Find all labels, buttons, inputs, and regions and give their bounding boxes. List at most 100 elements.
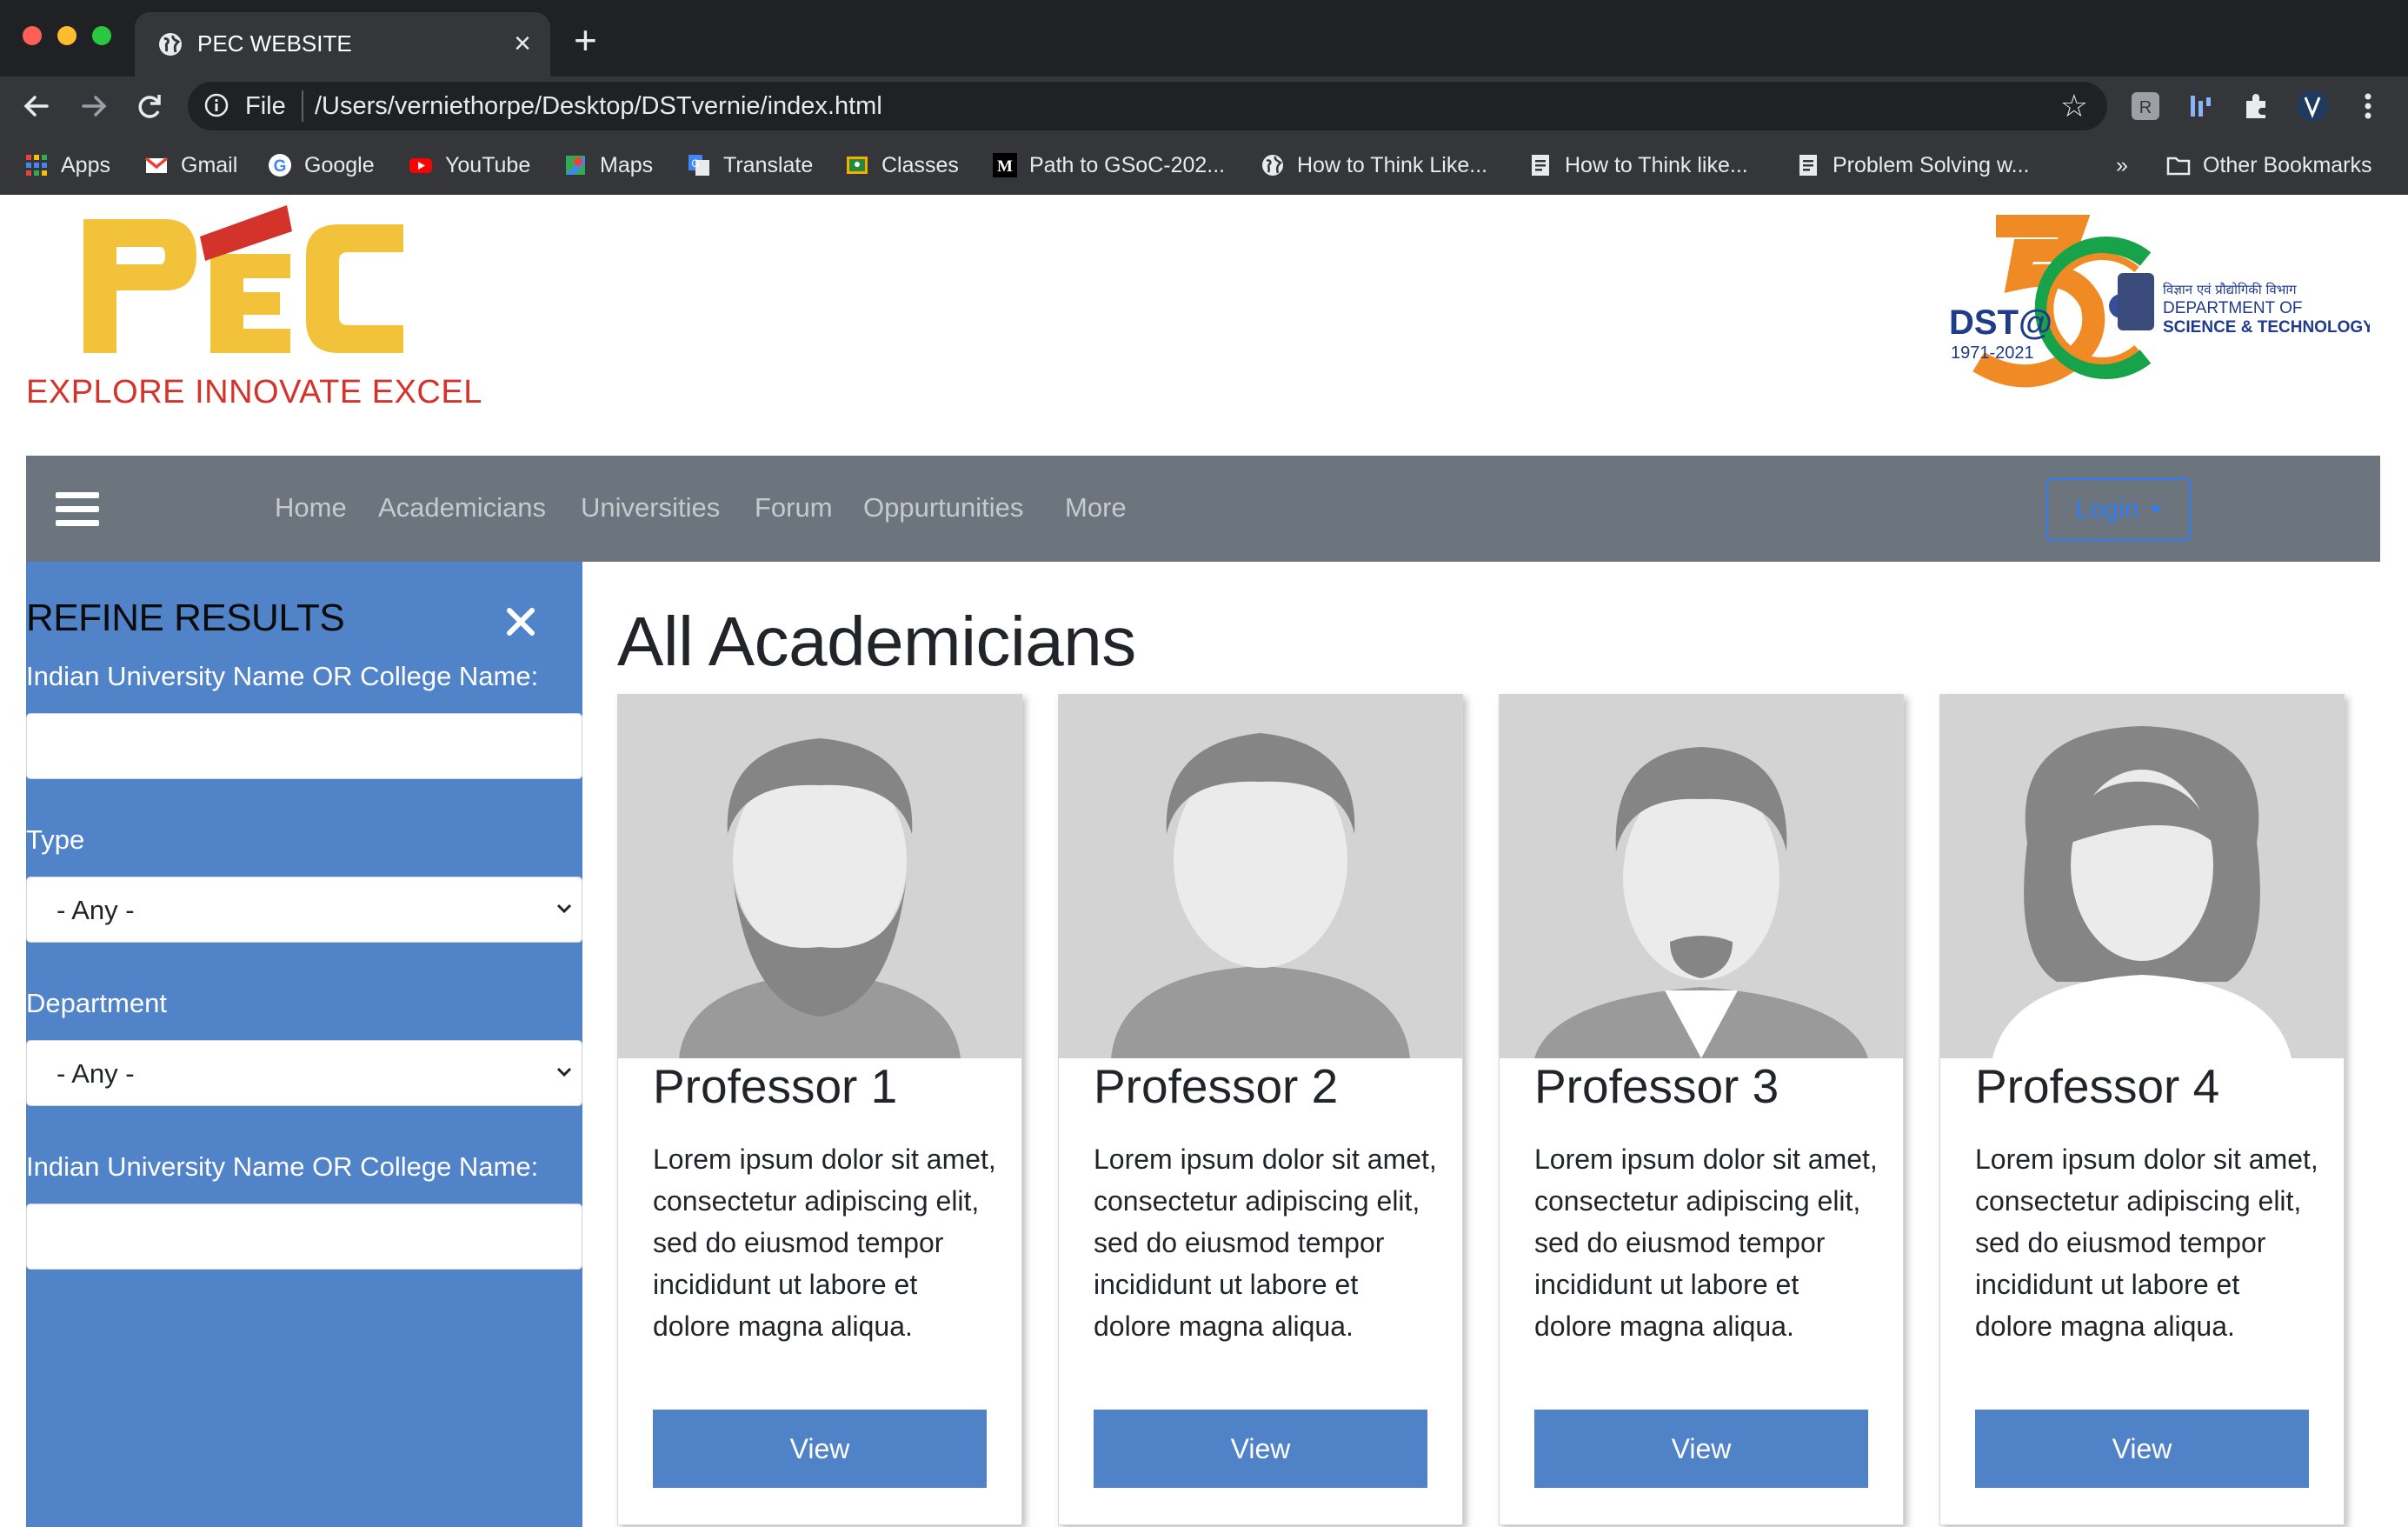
bookmark-problem-solving[interactable]: Problem Solving w... — [1796, 150, 2030, 181]
bookmark-label: Path to GSoC-202... — [1029, 152, 1226, 177]
svg-text:G: G — [274, 157, 287, 176]
academician-card: Professor 4 Lorem ipsum dolor sit amet, … — [1939, 694, 2345, 1525]
bookmark-star-icon[interactable]: ☆ — [2060, 89, 2088, 123]
extensions-puzzle-icon[interactable] — [2239, 89, 2274, 123]
bookmark-label: Translate — [723, 152, 814, 177]
pec-tagline: EXPLORE INNOVATE EXCEL — [26, 374, 482, 410]
google-icon: G — [269, 154, 291, 177]
browser-tabstrip: PEC WEBSITE × + — [0, 0, 2408, 77]
close-tab-icon[interactable]: × — [514, 24, 531, 63]
main-navbar: Home Academicians Universities Forum Opp… — [26, 456, 2380, 562]
nav-link-opportunities[interactable]: Oppurtunities — [863, 492, 1023, 523]
bookmark-label: Classes — [881, 152, 959, 177]
professor-avatar-placeholder — [1059, 695, 1462, 1058]
university-name-label-2: Indian University Name OR College Name: — [26, 1151, 539, 1182]
bookmark-google[interactable]: G Google — [268, 150, 375, 181]
professor-description: Lorem ipsum dolor sit amet, consectetur … — [1975, 1144, 2318, 1342]
view-button[interactable]: View — [1094, 1410, 1427, 1488]
other-bookmarks-folder[interactable]: Other Bookmarks — [2166, 150, 2372, 181]
forward-arrow-icon[interactable] — [73, 85, 115, 127]
browser-toolbar: File /Users/verniethorpe/Desktop/DSTvern… — [0, 77, 2408, 136]
bookmark-translate[interactable]: G Translate — [687, 150, 813, 181]
pec-logo[interactable] — [78, 205, 426, 362]
nav-link-forum[interactable]: Forum — [755, 492, 833, 523]
back-arrow-icon[interactable] — [16, 85, 57, 127]
browser-menu-icon[interactable] — [2351, 89, 2385, 123]
professor-description: Lorem ipsum dolor sit amet, consectetur … — [1534, 1144, 1878, 1342]
department-select-value: - Any - — [57, 1058, 135, 1089]
bookmarks-overflow-button[interactable]: » — [2116, 150, 2128, 181]
nav-link-universities[interactable]: Universities — [581, 492, 720, 523]
svg-text:M: M — [997, 157, 1013, 176]
refine-results-sidebar: REFINE RESULTS Indian University Name OR… — [26, 562, 582, 1527]
omnibox-divider — [302, 90, 303, 122]
department-select[interactable]: - Any - — [26, 1040, 582, 1106]
bookmark-maps[interactable]: Maps — [563, 150, 653, 181]
bookmark-label: Apps — [61, 152, 110, 177]
close-icon[interactable] — [502, 603, 539, 640]
bookmark-how-to-think-2[interactable]: How to Think like... — [1528, 150, 1748, 181]
globe-icon — [159, 33, 182, 56]
nav-link-more[interactable]: More — [1065, 492, 1127, 523]
type-select[interactable]: - Any - — [26, 877, 582, 943]
professor-name: Professor 3 — [1534, 1059, 1779, 1113]
svg-text:R: R — [2139, 98, 2152, 117]
sidebar-title: REFINE RESULTS — [26, 597, 345, 639]
globe-icon — [1262, 155, 1283, 176]
login-dropdown-button[interactable]: Login — [2046, 478, 2191, 541]
document-icon — [1799, 155, 1817, 176]
new-tab-button[interactable]: + — [574, 20, 597, 60]
classroom-icon — [847, 157, 868, 174]
url-text[interactable]: /Users/verniethorpe/Desktop/DSTvernie/in… — [315, 92, 882, 121]
minimize-window-button[interactable] — [57, 26, 76, 45]
professor-avatar-placeholder — [1940, 695, 2344, 1058]
page-title: All Academicians — [617, 603, 1136, 680]
browser-tab-active[interactable]: PEC WEBSITE × — [135, 12, 550, 77]
web-page: EXPLORE INNOVATE EXCEL DST@ 1971-2021 वि… — [0, 195, 2408, 1527]
view-button[interactable]: View — [1534, 1410, 1868, 1488]
maps-icon — [566, 156, 585, 175]
view-button[interactable]: View — [653, 1410, 987, 1488]
university-name-label: Indian University Name OR College Name: — [26, 661, 539, 691]
youtube-icon — [409, 158, 432, 173]
bookmark-apps[interactable]: Apps — [24, 150, 110, 181]
svg-text:SCIENCE & TECHNOLOGY: SCIENCE & TECHNOLOGY — [2163, 318, 2370, 337]
bookmark-label: YouTube — [445, 152, 531, 177]
url-scheme-label: File — [245, 92, 286, 120]
bookmark-path-to-gsoc[interactable]: M Path to GSoC-202... — [993, 150, 1225, 181]
view-button[interactable]: View — [1975, 1410, 2309, 1488]
nav-link-home[interactable]: Home — [275, 492, 347, 523]
bookmark-gmail[interactable]: Gmail — [144, 150, 237, 181]
extension-bars-icon[interactable] — [2184, 89, 2218, 123]
reload-icon[interactable] — [129, 85, 170, 127]
extension-r-icon[interactable]: R — [2128, 89, 2163, 123]
address-bar[interactable]: File /Users/verniethorpe/Desktop/DSTvern… — [188, 82, 2107, 130]
hamburger-menu-icon[interactable] — [56, 492, 99, 527]
bookmark-how-to-think-1[interactable]: How to Think Like... — [1261, 150, 1487, 181]
type-select-value: - Any - — [57, 895, 135, 925]
zoom-window-button[interactable] — [92, 26, 111, 45]
bookmark-classes[interactable]: Classes — [845, 150, 959, 181]
university-name-input[interactable] — [26, 713, 582, 779]
dst-50-years-logo[interactable]: DST@ 1971-2021 विज्ञान एवं प्रौद्योगिकी … — [1944, 209, 2370, 391]
svg-text:विज्ञान एवं प्रौद्योगिकी विभाग: विज्ञान एवं प्रौद्योगिकी विभाग — [2163, 282, 2297, 297]
professor-description: Lorem ipsum dolor sit amet, consectetur … — [1094, 1144, 1437, 1342]
bookmark-label: Gmail — [181, 152, 238, 177]
login-label: Login — [2075, 495, 2139, 523]
medium-icon: M — [993, 153, 1017, 177]
professor-avatar-placeholder — [618, 695, 1021, 1058]
bookmark-youtube[interactable]: YouTube — [409, 150, 530, 181]
tab-title: PEC WEBSITE — [197, 30, 352, 57]
profile-avatar-icon[interactable] — [2295, 89, 2330, 123]
caret-down-icon — [2149, 506, 2162, 513]
folder-icon — [2166, 157, 2191, 176]
svg-text:DEPARTMENT OF: DEPARTMENT OF — [2163, 299, 2302, 317]
nav-link-academicians[interactable]: Academicians — [378, 492, 546, 523]
university-name-input-2[interactable] — [26, 1204, 582, 1270]
professor-name: Professor 1 — [653, 1059, 898, 1113]
overflow-chevron-icon: » — [2116, 152, 2128, 177]
academician-card: Professor 1 Lorem ipsum dolor sit amet, … — [617, 694, 1022, 1525]
info-icon[interactable] — [203, 92, 229, 118]
close-window-button[interactable] — [23, 26, 42, 45]
bookmark-label: How to Think like... — [1565, 152, 1748, 177]
